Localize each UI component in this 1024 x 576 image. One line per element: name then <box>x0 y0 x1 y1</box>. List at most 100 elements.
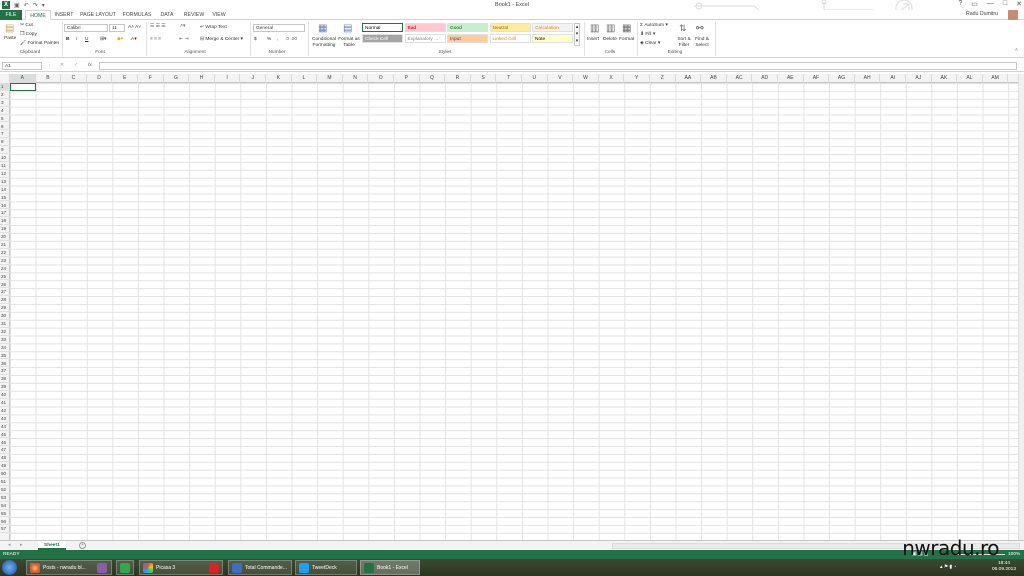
format-as-table-button[interactable]: Format as Table <box>338 37 360 49</box>
row-header[interactable]: 17 <box>0 209 10 218</box>
row-header[interactable]: 24 <box>0 265 10 273</box>
select-all-button[interactable] <box>0 74 10 83</box>
row-header[interactable]: 23 <box>0 257 10 265</box>
tab-data[interactable]: DATA <box>156 10 178 20</box>
column-header[interactable]: X <box>599 74 625 83</box>
tray-icons[interactable]: ▴ ⚑ ▮ ◔ <box>940 565 956 570</box>
column-header[interactable]: AH <box>855 74 881 83</box>
column-header[interactable]: T <box>496 74 522 83</box>
column-header[interactable]: U <box>522 74 548 83</box>
row-header[interactable]: 45 <box>0 431 10 439</box>
column-header[interactable]: AA <box>676 74 702 83</box>
row-header[interactable]: 39 <box>0 383 10 392</box>
cell-style[interactable]: Bad <box>404 23 446 32</box>
column-header[interactable]: AG <box>829 74 855 83</box>
gallery-scroll-icon[interactable]: ▴ ▾ ▾ <box>574 23 580 46</box>
column-header[interactable]: AM <box>983 74 1009 83</box>
insert-function-button[interactable]: fx <box>88 63 92 68</box>
row-header[interactable]: 32 <box>0 328 10 336</box>
help-icon[interactable]: ? <box>958 0 962 8</box>
row-header[interactable]: 7 <box>0 130 10 139</box>
zoom-level[interactable]: 100% <box>1008 552 1020 557</box>
column-header[interactable]: AK <box>932 74 958 83</box>
tab-insert[interactable]: INSERT <box>52 10 76 20</box>
row-header[interactable]: 8 <box>0 138 10 147</box>
cell-style[interactable]: Input <box>447 34 488 43</box>
taskbar-pinned-3[interactable] <box>206 560 224 575</box>
merge-center-button[interactable]: ⊟ Merge & Center ▾ <box>200 37 243 42</box>
column-header[interactable]: J <box>240 74 266 83</box>
row-header[interactable]: 34 <box>0 344 10 352</box>
column-header[interactable]: AL <box>957 74 983 83</box>
row-header[interactable]: 33 <box>0 336 10 344</box>
formula-input[interactable] <box>99 62 1017 70</box>
conditional-formatting-button[interactable]: Conditional Formatting <box>311 37 337 49</box>
sheet-tab-sheet1[interactable]: Sheet1 <box>38 541 66 550</box>
row-header[interactable]: 28 <box>0 296 10 305</box>
row-header[interactable]: 41 <box>0 399 10 407</box>
taskbar-item-total-commander[interactable]: Total Commande... <box>228 560 292 575</box>
row-header[interactable]: 16 <box>0 202 10 210</box>
row-header[interactable]: 5 <box>0 115 10 123</box>
column-header[interactable]: Q <box>420 74 446 83</box>
row-header[interactable]: 36 <box>0 360 10 368</box>
column-header[interactable]: B <box>36 74 62 83</box>
row-header[interactable]: 6 <box>0 123 10 131</box>
redo-icon[interactable]: ↷ <box>33 2 38 9</box>
row-header[interactable]: 47 <box>0 446 10 455</box>
clear-button[interactable]: ◈ Clear ▾ <box>640 41 660 46</box>
cell-style[interactable]: Check Cell <box>362 34 403 43</box>
cell-style[interactable]: Calculation <box>532 23 573 32</box>
insert-cells-button[interactable]: Insert <box>587 37 599 42</box>
column-header[interactable]: Z <box>650 74 676 83</box>
row-header[interactable]: 10 <box>0 154 10 162</box>
minimize-icon[interactable]: — <box>987 0 994 8</box>
row-header[interactable]: 19 <box>0 225 10 234</box>
row-header[interactable]: 29 <box>0 304 10 313</box>
delete-cells-button[interactable]: Delete <box>603 37 617 42</box>
taskbar-pinned-2[interactable] <box>116 560 134 575</box>
row-header[interactable]: 14 <box>0 186 10 194</box>
row-header[interactable]: 26 <box>0 281 10 289</box>
cell-style[interactable]: Note <box>532 34 573 43</box>
column-header[interactable]: AE <box>778 74 804 83</box>
column-header[interactable]: I <box>215 74 241 83</box>
underline-button[interactable]: U <box>85 37 88 42</box>
column-header[interactable]: A <box>10 74 36 83</box>
tab-home[interactable]: HOME <box>25 10 51 20</box>
sheet-nav-next-icon[interactable]: ▸ <box>20 543 22 548</box>
autosum-button[interactable]: Σ AutoSum ▾ <box>640 23 668 28</box>
row-header[interactable]: 51 <box>0 478 10 486</box>
tab-review[interactable]: REVIEW <box>181 10 207 20</box>
row-header[interactable]: 4 <box>0 107 10 115</box>
row-header[interactable]: 42 <box>0 407 10 415</box>
column-header[interactable]: G <box>164 74 190 83</box>
cell-style[interactable]: Good <box>447 23 488 32</box>
tab-view[interactable]: VIEW <box>209 10 229 20</box>
comma-button[interactable]: , <box>277 37 278 42</box>
ribbon-display-icon[interactable]: ▭ <box>971 0 978 8</box>
row-header[interactable]: 54 <box>0 502 10 510</box>
start-button-icon[interactable] <box>2 560 17 575</box>
fill-button[interactable]: ⬇ Fill ▾ <box>640 32 655 37</box>
column-header[interactable]: E <box>112 74 138 83</box>
find-select-button[interactable]: Find & Select <box>693 37 711 49</box>
row-header[interactable]: 2 <box>0 91 10 99</box>
undo-icon[interactable]: ↶ <box>24 2 29 9</box>
indent-icons[interactable]: ⇤ ⇥ <box>179 37 188 42</box>
cell-style[interactable]: Linked Cell <box>489 34 531 43</box>
row-header[interactable]: 27 <box>0 288 10 297</box>
row-header[interactable]: 50 <box>0 470 10 478</box>
row-header[interactable]: 57 <box>0 525 10 534</box>
column-header[interactable]: D <box>87 74 113 83</box>
row-header[interactable]: 13 <box>0 178 10 186</box>
column-header[interactable]: AB <box>701 74 727 83</box>
row-header[interactable]: 22 <box>0 249 10 257</box>
row-header[interactable]: 53 <box>0 494 10 502</box>
row-header[interactable]: 44 <box>0 423 10 431</box>
new-sheet-icon[interactable]: + <box>79 542 86 549</box>
borders-icon[interactable]: ⊞▾ <box>100 37 106 42</box>
column-header[interactable]: W <box>573 74 599 83</box>
column-header[interactable]: Y <box>624 74 650 83</box>
row-header[interactable]: 40 <box>0 391 10 399</box>
